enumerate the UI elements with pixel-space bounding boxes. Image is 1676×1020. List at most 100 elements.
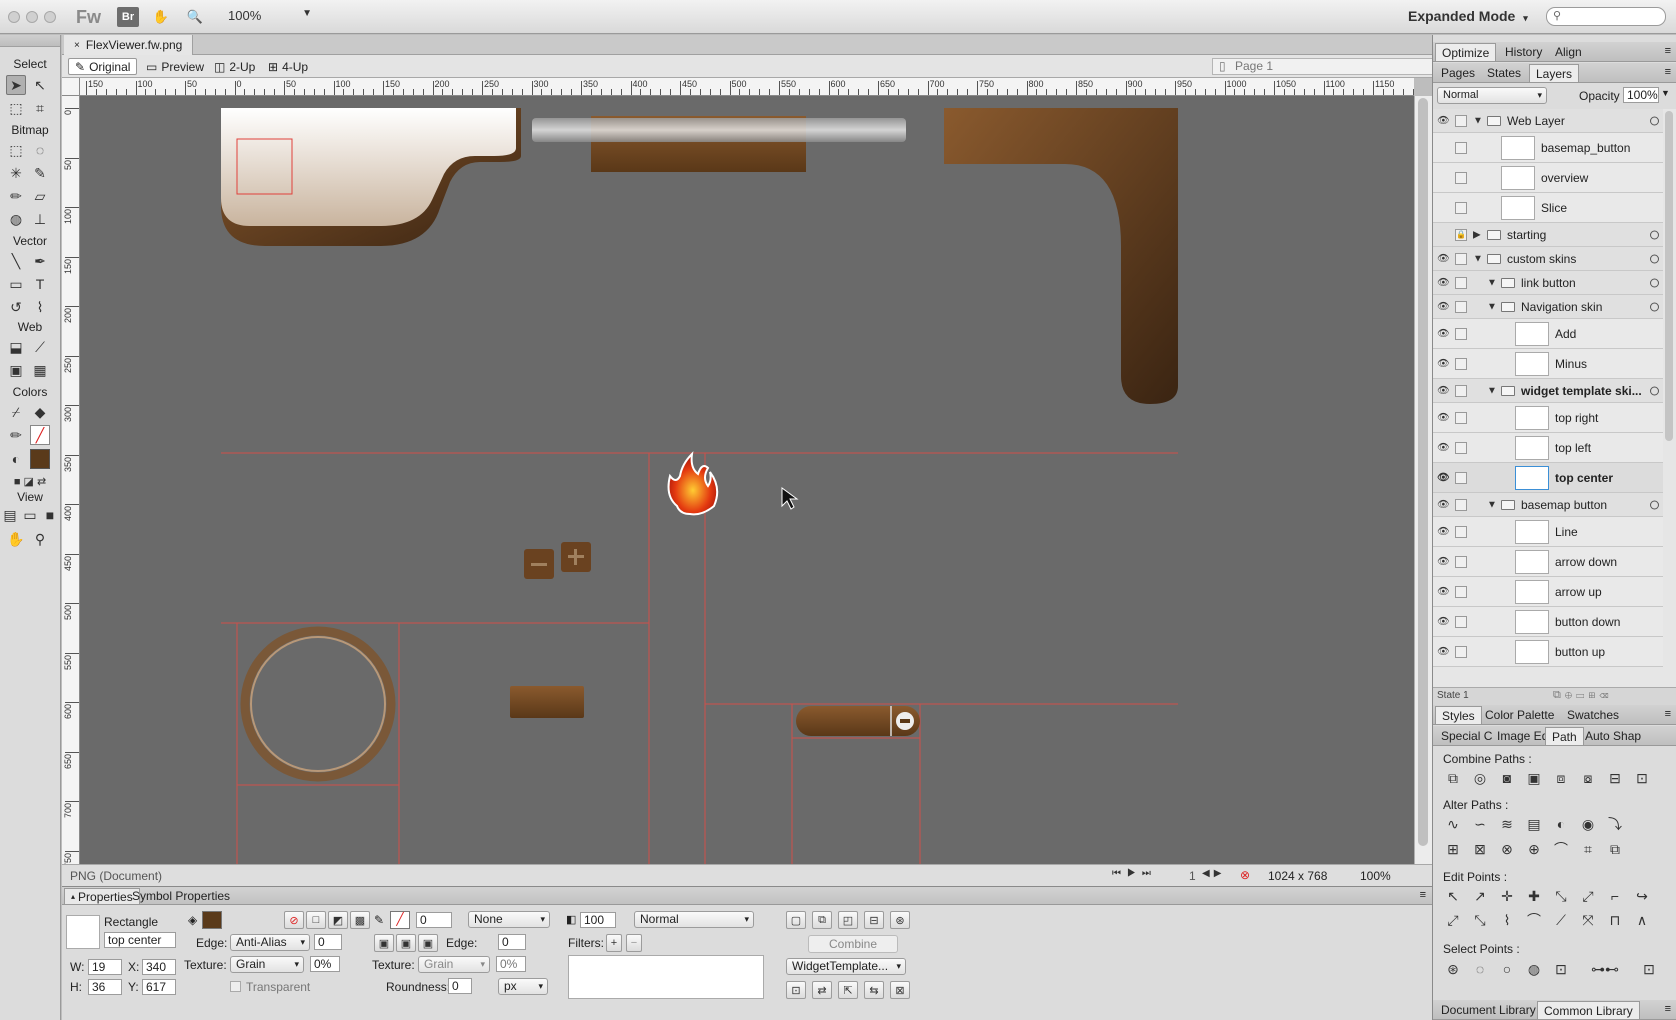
point-tool-14-icon[interactable]: ⤧ <box>1578 910 1598 930</box>
tab-symbol-properties[interactable]: Symbol Properties <box>126 888 236 904</box>
tab-pages[interactable]: Pages <box>1435 64 1481 82</box>
layer-folder-row[interactable]: 👁 ▼ Web Layer <box>1433 109 1663 133</box>
layers-footer-icons[interactable]: ⧉⊕▭⊞⌫ <box>1553 689 1612 702</box>
rectangle-tool-icon[interactable]: ▭ <box>6 274 26 294</box>
panel-menu-icon[interactable]: ≡ <box>1420 889 1426 901</box>
lock-toggle[interactable] <box>1455 357 1467 370</box>
visibility-eye-icon[interactable]: 👁 <box>1437 616 1450 627</box>
path-tool-6-icon[interactable]: ⌗ <box>1578 839 1598 859</box>
blur-tool-icon[interactable]: ◍ <box>6 209 26 229</box>
visibility-eye-icon[interactable]: 👁 <box>1437 586 1450 597</box>
pen-tool-icon[interactable]: ✒ <box>30 251 50 271</box>
tab-path[interactable]: Path <box>1545 727 1584 745</box>
layer-blend-select[interactable]: Normal <box>1437 87 1547 104</box>
layer-target-icon[interactable] <box>1650 302 1659 311</box>
crop-path-icon[interactable]: ▣ <box>1524 768 1544 788</box>
select-point-2-icon[interactable]: ◌ <box>1470 959 1490 979</box>
tab-4up[interactable]: ⊞ 4-Up <box>262 58 314 75</box>
align-icon-5[interactable]: ⊛ <box>890 911 910 929</box>
lock-toggle[interactable] <box>1455 645 1467 658</box>
horizontal-ruler[interactable]: 150 100 50 0 50 100 150 200 250 300 350 400 450 500 55… <box>80 78 1414 96</box>
align-icon-1[interactable]: ▢ <box>786 911 806 929</box>
magic-wand-tool-icon[interactable]: ✳ <box>6 163 26 183</box>
lock-toggle[interactable] <box>1455 201 1467 214</box>
visibility-eye-icon[interactable]: 👁 <box>1437 328 1450 339</box>
layer-folder-row[interactable]: 👁 ▼ widget template ski... <box>1433 379 1663 403</box>
layer-folder-row[interactable]: 👁 ▼ link button <box>1433 271 1663 295</box>
full-screen-menu-icon[interactable]: ▭ <box>20 505 40 525</box>
width-field[interactable]: 19 <box>88 959 122 975</box>
fill-pattern-button[interactable]: ▩ <box>350 911 370 929</box>
close-icon[interactable]: × <box>74 40 80 51</box>
point-tool-13-icon[interactable]: ⟋ <box>1551 910 1571 930</box>
scale-tool-icon[interactable]: ⬚ <box>6 98 26 118</box>
symbol-action-5-icon[interactable]: ⊠ <box>890 981 910 999</box>
bridge-button[interactable]: Br <box>117 7 139 27</box>
layer-row[interactable]: 👁 button down <box>1433 607 1663 637</box>
fill-none-button[interactable]: ⊘ <box>284 911 304 929</box>
canvas-artwork[interactable] <box>80 96 1414 864</box>
path-tool-5-icon[interactable]: ⌒ <box>1551 839 1571 859</box>
select-point-3-icon[interactable]: ○ <box>1497 959 1517 979</box>
punch-icon[interactable]: ◙ <box>1497 768 1517 788</box>
layer-opacity-field[interactable]: 100% <box>1623 87 1659 103</box>
visibility-eye-icon[interactable]: 👁 <box>1437 472 1450 483</box>
lasso-tool-icon[interactable]: ◌ <box>30 140 50 160</box>
visibility-eye-icon[interactable]: 👁 <box>1437 115 1450 126</box>
subselect-tool-icon[interactable]: ↖ <box>30 75 50 95</box>
stroke-edge-amount[interactable]: 0 <box>498 934 526 950</box>
frame-controls-icons[interactable]: ⏮▶⏭ <box>1112 868 1157 879</box>
combine-icon[interactable]: ⊟ <box>1605 768 1625 788</box>
search-input[interactable]: ⚲ <box>1546 7 1666 26</box>
point-tool-8-icon[interactable]: ↪ <box>1632 886 1652 906</box>
collapse-triangle-icon[interactable]: ▼ <box>1487 277 1497 288</box>
lock-toggle[interactable] <box>1455 471 1467 484</box>
path-tool-2-icon[interactable]: ⊠ <box>1470 839 1490 859</box>
eraser-tool-icon[interactable]: ▱ <box>30 186 50 206</box>
fill-color-icon[interactable]: ◐ <box>6 449 26 469</box>
canvas-pasteboard[interactable] <box>80 96 1414 864</box>
lock-toggle[interactable] <box>1455 276 1467 289</box>
zoom-select[interactable]: 100% ▼ <box>228 8 312 26</box>
tab-styles[interactable]: Styles <box>1435 706 1482 724</box>
stroke-color-icon[interactable]: ✏ <box>6 425 26 445</box>
path-tool-1-icon[interactable]: ⊞ <box>1443 839 1463 859</box>
widget-template-select[interactable]: WidgetTemplate... <box>786 958 906 975</box>
point-tool-7-icon[interactable]: ⌐ <box>1605 886 1625 906</box>
visibility-eye-icon[interactable]: 👁 <box>1437 385 1450 396</box>
tab-2up[interactable]: ◫ 2-Up <box>208 58 261 75</box>
tab-preview[interactable]: ▭ Preview <box>140 58 210 75</box>
fill-edge-amount[interactable]: 0 <box>314 934 342 950</box>
tab-document-library[interactable]: Document Library <box>1435 1001 1542 1019</box>
join-icon[interactable]: ⧈ <box>1551 768 1571 788</box>
lock-toggle[interactable] <box>1455 252 1467 265</box>
visibility-eye-icon[interactable]: 👁 <box>1437 556 1450 567</box>
fill-solid-button[interactable]: □ <box>306 911 326 929</box>
brush-tool-icon[interactable]: ✎ <box>30 163 50 183</box>
fill-edge-select[interactable]: Anti-Alias <box>230 934 310 951</box>
layer-row[interactable]: 👁 Add <box>1433 319 1663 349</box>
combine-button[interactable]: Combine <box>808 935 898 953</box>
stroke-texture-select[interactable]: Grain <box>418 956 490 973</box>
tab-color-palette[interactable]: Color Palette <box>1479 706 1560 724</box>
hotspot-tool-icon[interactable]: ⬓ <box>6 337 26 357</box>
zoom-tool-icon[interactable]: ⚲ <box>30 529 50 549</box>
union-icon[interactable]: ⧉ <box>1443 768 1463 788</box>
tab-align[interactable]: Align <box>1549 43 1588 61</box>
add-filter-button[interactable]: + <box>606 934 622 952</box>
visibility-eye-icon[interactable]: 👁 <box>1437 253 1450 264</box>
layer-target-icon[interactable] <box>1650 116 1659 125</box>
full-screen-icon[interactable]: ■ <box>40 505 60 525</box>
tab-original[interactable]: ✎ Original <box>68 58 138 75</box>
layer-row[interactable]: 👁 button up <box>1433 637 1663 667</box>
layers-list[interactable]: 👁 ▼ Web Layer basemap_button overview Slice 🔒 ▶… <box>1433 109 1676 687</box>
color-defaults-icons[interactable]: ■ ◪ ⇄ <box>2 471 58 491</box>
remove-filter-button[interactable]: − <box>626 934 642 952</box>
stroke-texture-amount[interactable]: 0% <box>496 956 526 972</box>
layer-target-icon[interactable] <box>1650 500 1659 509</box>
layer-target-icon[interactable] <box>1650 254 1659 263</box>
layer-row[interactable]: overview <box>1433 163 1663 193</box>
rubber-stamp-tool-icon[interactable]: ⊥ <box>30 209 50 229</box>
select-point-1-icon[interactable]: ⊛ <box>1443 959 1463 979</box>
hand-tool-icon[interactable]: ✋ <box>6 529 26 549</box>
